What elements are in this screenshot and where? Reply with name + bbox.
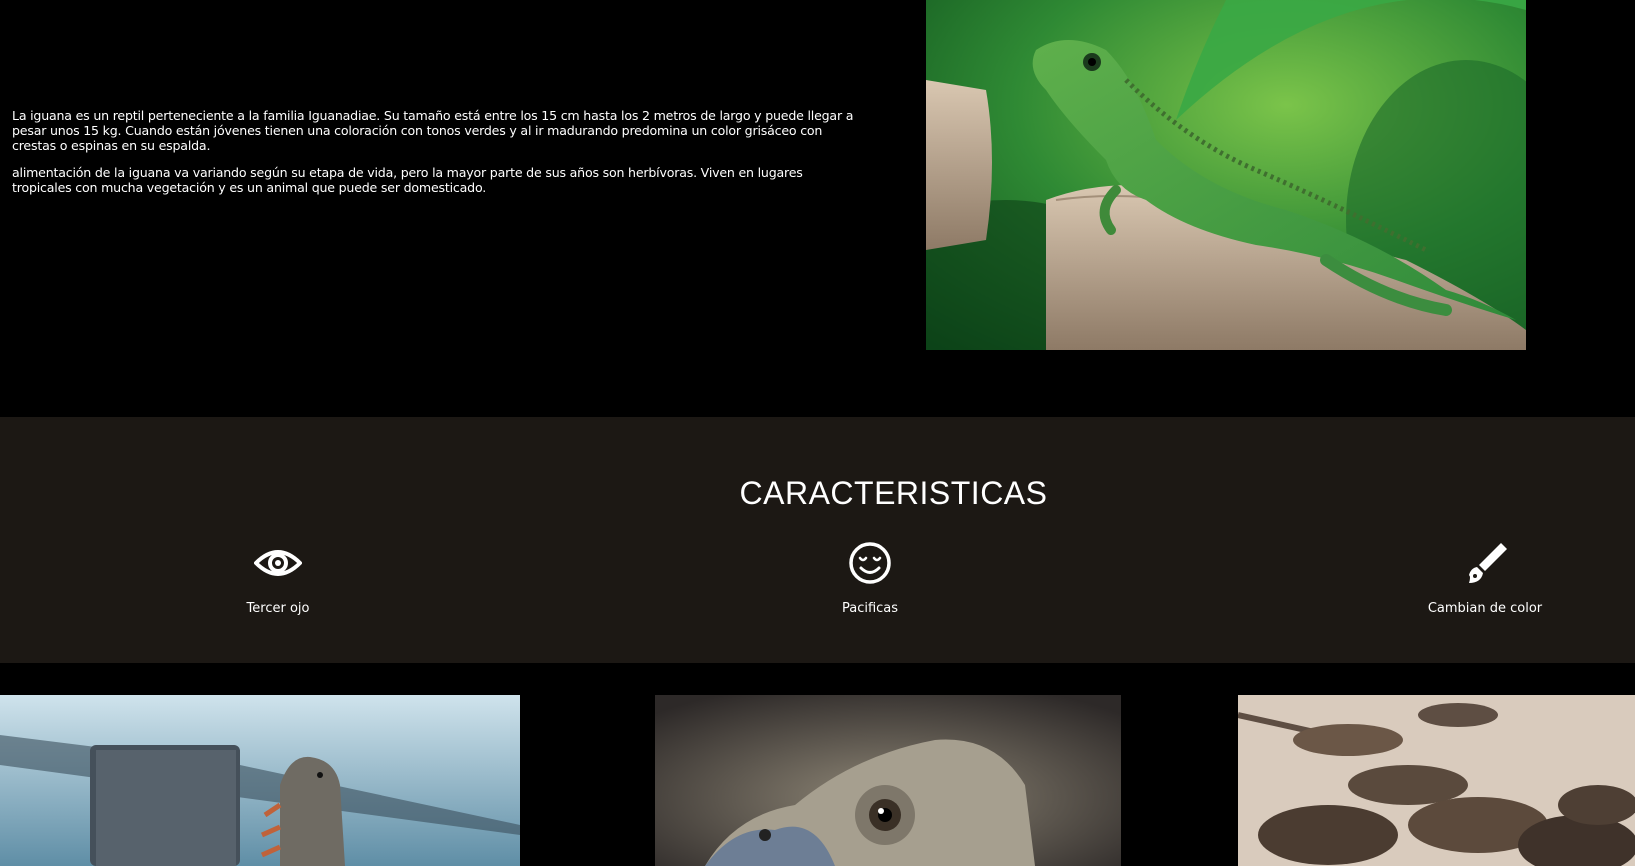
paint-brush-icon: [1461, 541, 1509, 585]
feature-peaceful: Pacificas: [750, 541, 990, 616]
eye-icon: [254, 541, 302, 585]
gallery-section: [0, 663, 1635, 866]
smile-icon: [846, 541, 894, 585]
intro-paragraph-1: La iguana es un reptil perteneciente a l…: [12, 108, 854, 153]
features-title: CARACTERISTICAS: [739, 475, 1048, 511]
feature-label: Tercer ojo: [246, 601, 310, 616]
intro-paragraph-2: alimentación de la iguana va variando se…: [12, 165, 803, 195]
page: La iguana es un reptil perteneciente a l…: [0, 0, 1635, 866]
features-section: CARACTERISTICAS Tercer ojo Pacificas Cam…: [0, 417, 1635, 663]
iguana-closeup-image: [655, 695, 1121, 866]
feature-label: Pacificas: [841, 601, 899, 616]
intro-text: La iguana es un reptil perteneciente a l…: [12, 108, 862, 207]
feature-label: Cambian de color: [1427, 601, 1543, 616]
iguana-by-water-image: [0, 695, 520, 866]
green-iguana-image: [926, 0, 1526, 350]
iguanas-on-sand-image: [1238, 695, 1635, 866]
feature-third-eye: Tercer ojo: [158, 541, 398, 616]
intro-section: La iguana es un reptil perteneciente a l…: [0, 0, 1635, 417]
feature-color-change: Cambian de color: [1365, 541, 1605, 616]
